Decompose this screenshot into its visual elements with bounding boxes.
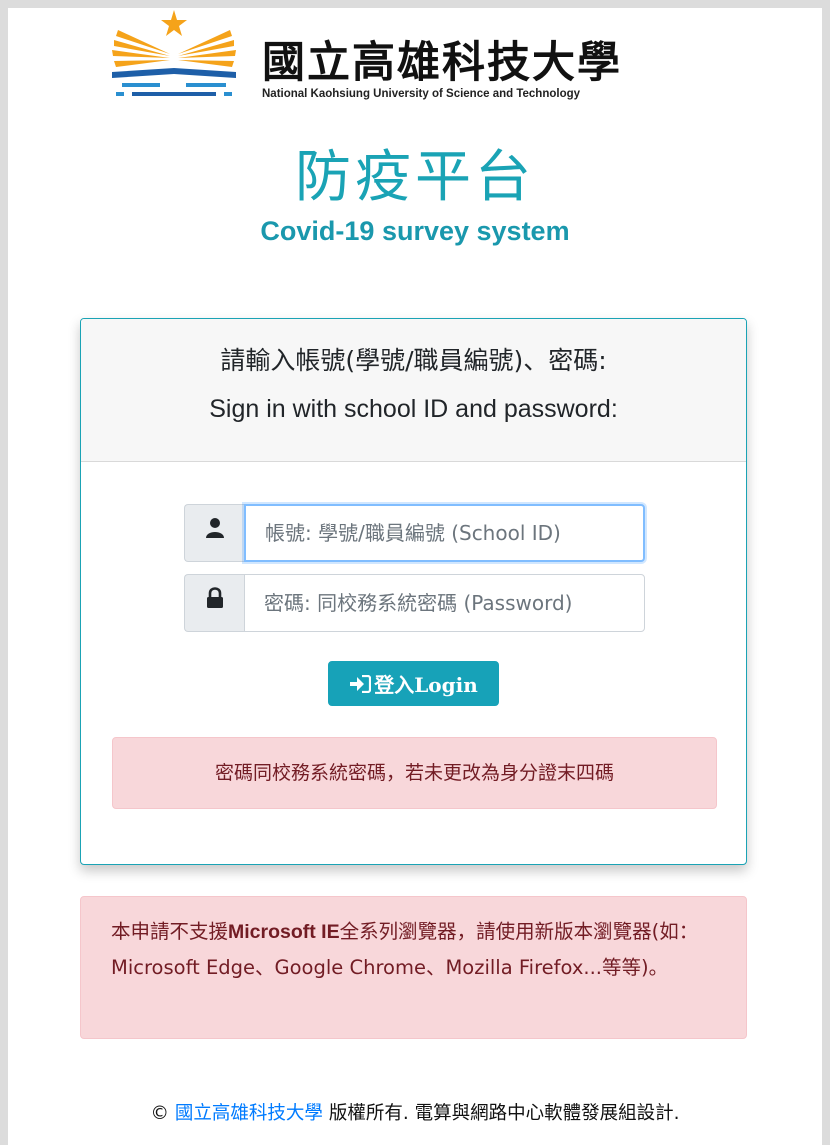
password-group (184, 574, 645, 632)
page-title: 防疫平台 (295, 145, 535, 210)
card-heading-en: Sign in with school ID and password: (209, 395, 618, 423)
user-icon (206, 518, 224, 538)
password-addon (184, 574, 244, 632)
university-logo: 國立高雄科技大學 National Kaohsiung University o… (100, 6, 740, 106)
sign-in-icon (350, 674, 372, 693)
lock-icon (207, 587, 223, 608)
logo-subtitle: National Kaohsiung University of Science… (262, 88, 581, 100)
footer: © 國立高雄科技大學 版權所有. 電算與網路中心軟體發展組設計. (0, 1099, 830, 1125)
page-subtitle: Covid-19 survey system (260, 216, 570, 246)
footer-text: 版權所有. 電算與網路中心軟體發展組設計. (322, 1103, 680, 1124)
university-link[interactable]: 國立高雄科技大學 (175, 1103, 323, 1124)
browser-notice-prefix: 本申請不支援 (111, 920, 229, 943)
username-addon (184, 504, 244, 562)
logo-emblem-icon (112, 10, 236, 96)
card-header: 請輸入帳號(學號/職員編號)、密碼: Sign in with school I… (81, 319, 746, 462)
browser-notice-bold: Microsoft IE (228, 921, 340, 943)
logo-title: 國立高雄科技大學 (262, 38, 622, 88)
login-button[interactable]: 登入Login (328, 661, 499, 706)
copyright-symbol: © (150, 1103, 170, 1124)
username-group (184, 504, 645, 562)
login-card: 請輸入帳號(學號/職員編號)、密碼: Sign in with school I… (80, 318, 747, 865)
password-notice: 密碼同校務系統密碼，若未更改為身分證末四碼 (112, 737, 717, 809)
login-button-label: 登入Login (374, 673, 478, 697)
username-input[interactable] (244, 504, 645, 562)
card-heading-cn: 請輸入帳號(學號/職員編號)、密碼: (220, 346, 607, 375)
browser-notice: 本申請不支援Microsoft IE全系列瀏覽器，請使用新版本瀏覽器(如：Mic… (80, 896, 747, 1039)
password-input[interactable] (244, 574, 645, 632)
